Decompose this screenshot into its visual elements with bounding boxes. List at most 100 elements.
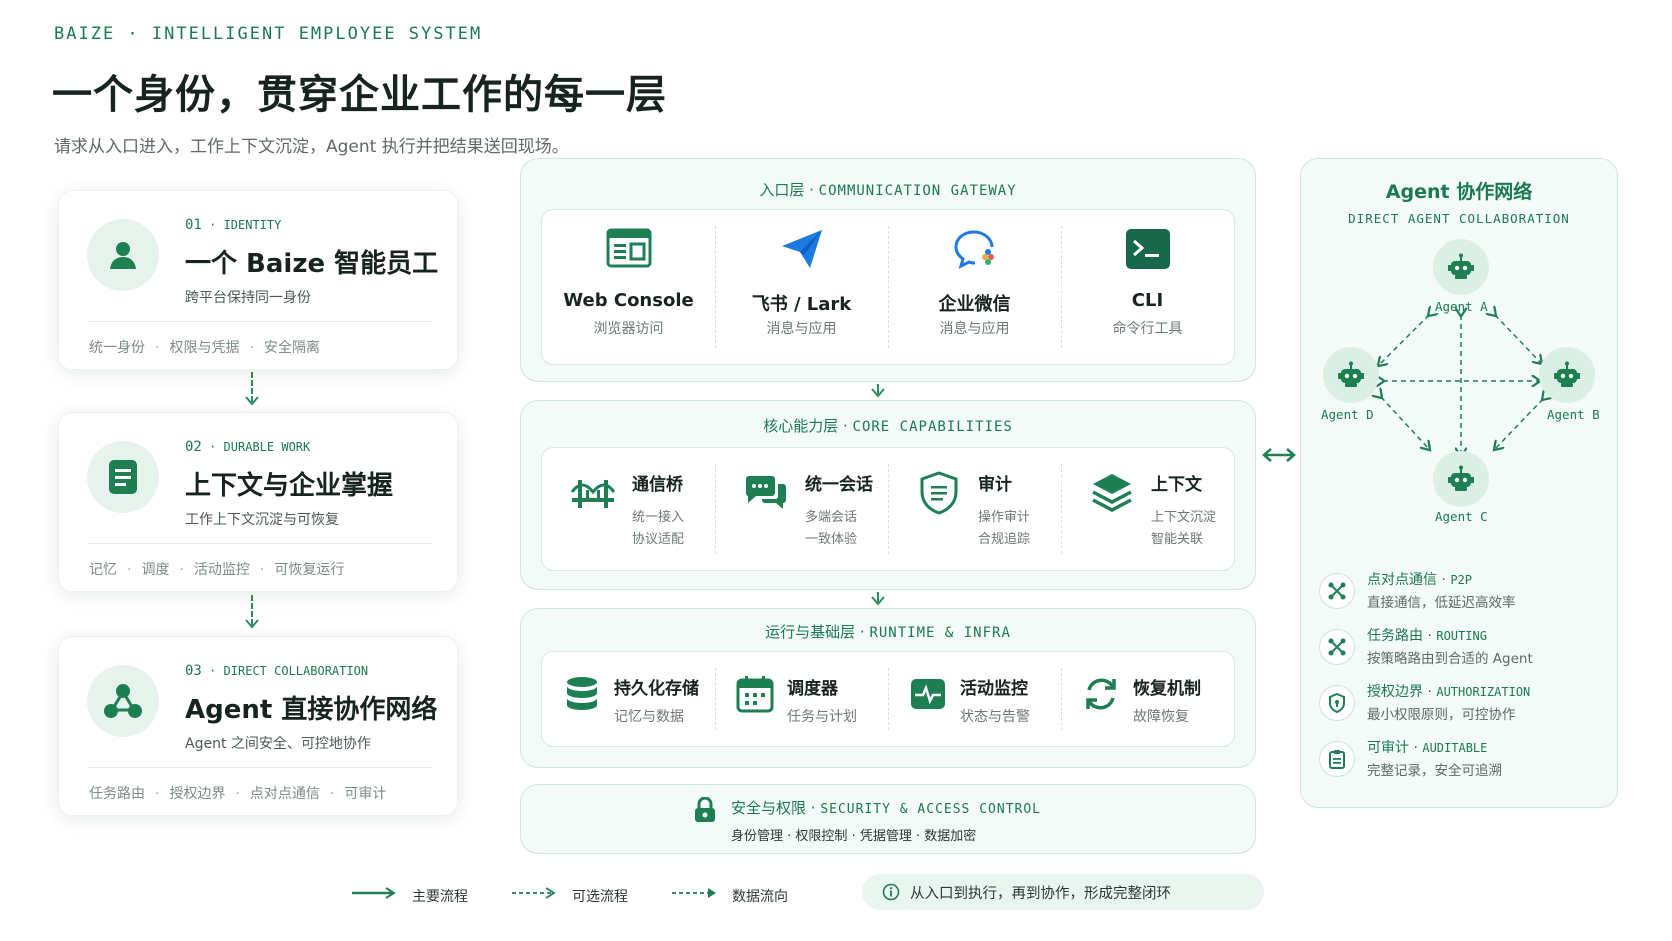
- robot-icon: [1448, 465, 1474, 491]
- gateway-label: 企业微信: [938, 294, 1011, 315]
- runtime-item-scheduler[interactable]: 调度器 任务与计划: [715, 652, 888, 746]
- chat-bubble-icon: [888, 228, 1061, 272]
- core-item-audit[interactable]: 审计 操作审计 合规追踪: [888, 448, 1061, 570]
- pillar-tag: 03 · DIRECT COLLABORATION: [185, 663, 369, 679]
- runtime-label: 活动监控: [960, 679, 1028, 699]
- agent-network-panel: Agent 协作网络 DIRECT AGENT COLLABORATION Ag…: [1300, 158, 1618, 808]
- person-icon: [87, 219, 159, 291]
- core-line: 一致体验: [805, 532, 858, 547]
- gateway-item-web-console[interactable]: Web Console 浏览器访问: [542, 210, 715, 364]
- pillar-desc: 工作上下文沉淀与可恢复: [185, 512, 339, 528]
- layer-inner: 持久化存储 记忆与数据 调度器 任务与计划 活动监控 状态与告警 恢复机制 故障…: [541, 651, 1235, 747]
- legend-optional-label: 可选流程: [572, 889, 628, 905]
- core-line: 协议适配: [632, 532, 685, 547]
- divider: [87, 321, 433, 322]
- agent-node-d[interactable]: [1323, 347, 1379, 403]
- security-items: 身份管理 · 权限控制 · 凭据管理 · 数据加密: [731, 829, 977, 844]
- pulse-icon: [911, 679, 945, 709]
- connector-arrowhead: [871, 388, 885, 398]
- core-item-session[interactable]: 统一会话 多端会话 一致体验: [715, 448, 888, 570]
- runtime-sub: 状态与告警: [960, 709, 1030, 725]
- legend-data-label: 数据流向: [732, 889, 788, 905]
- network-icon: [87, 665, 159, 737]
- core-label: 通信桥: [632, 475, 683, 495]
- gateway-label: 飞书 / Lark: [751, 294, 852, 315]
- info-icon: [882, 883, 900, 901]
- page-subtitle: 请求从入口进入，工作上下文沉淀，Agent 执行并把结果送回现场。: [54, 137, 569, 157]
- gateway-label: CLI: [1131, 290, 1164, 311]
- runtime-sub: 故障恢复: [1133, 709, 1189, 725]
- nodes-icon: [1319, 573, 1355, 609]
- runtime-item-storage[interactable]: 持久化存储 记忆与数据: [542, 652, 715, 746]
- pillar-tag: 02 · DURABLE WORK: [185, 439, 311, 455]
- page-title: 一个身份，贯穿企业工作的每一层: [52, 72, 667, 118]
- legend-solid-arrow: [352, 887, 396, 899]
- legend-main-label: 主要流程: [412, 889, 468, 905]
- pillar-card-collaboration: 03 · DIRECT COLLABORATION Agent 直接协作网络 A…: [58, 636, 458, 816]
- runtime-item-recovery[interactable]: 恢复机制 故障恢复: [1061, 652, 1234, 746]
- core-line: 多端会话: [805, 510, 858, 525]
- feature-auditable: 可审计 · AUDITABLE 完整记录，安全可追溯: [1319, 737, 1609, 787]
- layers-icon: [1092, 474, 1132, 512]
- pillar-card-durable-work: 02 · DURABLE WORK 上下文与企业掌握 工作上下文沉淀与可恢复 记…: [58, 412, 458, 592]
- feature-desc: 直接通信，低延迟高效率: [1367, 595, 1516, 611]
- gateway-item-lark[interactable]: 飞书 / Lark 消息与应用: [715, 210, 888, 364]
- divider: [87, 543, 433, 544]
- layer-inner: 通信桥 统一接入 协议适配 统一会话 多端会话 一致体验 审计 操作审计 合规追…: [541, 447, 1235, 571]
- pillar-card-identity: 01 · IDENTITY 一个 Baize 智能员工 跨平台保持同一身份 统一…: [58, 190, 458, 370]
- runtime-sub: 记忆与数据: [614, 709, 684, 725]
- gateway-sub: 消息与应用: [766, 321, 837, 337]
- brand-line: BAIZE · INTELLIGENT EMPLOYEE SYSTEM: [54, 24, 483, 44]
- route-icon: [1319, 629, 1355, 665]
- runtime-item-monitor[interactable]: 活动监控 状态与告警: [888, 652, 1061, 746]
- core-label: 统一会话: [805, 475, 873, 495]
- agent-label: Agent A: [1435, 299, 1488, 314]
- core-line: 合规追踪: [978, 532, 1031, 547]
- agent-label: Agent B: [1547, 407, 1600, 422]
- pillar-tag: 01 · IDENTITY: [185, 217, 282, 233]
- document-icon: [87, 441, 159, 513]
- robot-icon: [1338, 361, 1364, 387]
- agent-node-a[interactable]: [1433, 239, 1489, 295]
- layer-runtime: 运行与基础层 · RUNTIME & INFRA 持久化存储 记忆与数据 调度器…: [520, 608, 1256, 768]
- pillar-title: Agent 直接协作网络: [185, 695, 438, 725]
- shield-icon: [920, 471, 958, 515]
- bridge-icon: [570, 480, 616, 508]
- database-icon: [567, 677, 597, 710]
- gateway-item-wecom[interactable]: 企业微信 消息与应用: [888, 210, 1061, 364]
- refresh-icon: [1086, 678, 1116, 710]
- chat-icon: [745, 476, 786, 509]
- feature-title: 可审计 · AUDITABLE: [1367, 740, 1488, 756]
- gateway-sub: 浏览器访问: [593, 321, 664, 337]
- runtime-label: 调度器: [787, 679, 838, 699]
- layer-security: 安全与权限 · SECURITY & ACCESS CONTROL 身份管理 ·…: [520, 784, 1256, 854]
- gateway-item-cli[interactable]: CLI 命令行工具: [1061, 210, 1234, 364]
- pillar-desc: 跨平台保持同一身份: [185, 290, 311, 306]
- core-line: 统一接入: [632, 510, 685, 525]
- core-item-bridge[interactable]: 通信桥 统一接入 协议适配: [542, 448, 715, 570]
- pillar-desc: Agent 之间安全、可控地协作: [185, 736, 371, 752]
- feature-desc: 按策略路由到合适的 Agent: [1367, 651, 1533, 667]
- agent-node-c[interactable]: [1433, 451, 1489, 507]
- agent-label: Agent D: [1321, 407, 1374, 422]
- layer-core: 核心能力层 · CORE CAPABILITIES 通信桥 统一接入 协议适配 …: [520, 400, 1256, 590]
- feature-routing: 任务路由 · ROUTING 按策略路由到合适的 Agent: [1319, 625, 1609, 675]
- layer-gateway: 入口层 · COMMUNICATION GATEWAY Web Console …: [520, 158, 1256, 382]
- layer-title: 核心能力层 · CORE CAPABILITIES: [763, 417, 1013, 435]
- pillar-tags: 任务路由 · 授权边界 · 点对点通信 · 可审计: [89, 786, 387, 802]
- feature-desc: 最小权限原则，可控协作: [1367, 707, 1516, 723]
- robot-icon: [1554, 361, 1580, 387]
- legend-dashed-arrow: [512, 887, 556, 899]
- core-label: 上下文: [1151, 475, 1202, 495]
- core-label: 审计: [978, 475, 1012, 495]
- connector-arrowhead: [245, 619, 259, 629]
- agent-node-b[interactable]: [1539, 347, 1595, 403]
- layer-title: 运行与基础层 · RUNTIME & INFRA: [765, 623, 1011, 641]
- legend-data-arrow: [672, 888, 716, 898]
- security-title: 安全与权限 · SECURITY & ACCESS CONTROL: [731, 799, 1041, 817]
- runtime-sub: 任务与计划: [787, 709, 857, 725]
- feature-title: 授权边界 · AUTHORIZATION: [1367, 684, 1531, 700]
- gateway-sub: 消息与应用: [939, 321, 1010, 337]
- core-item-context[interactable]: 上下文 上下文沉淀 智能关联: [1061, 448, 1234, 570]
- feature-authorization: 授权边界 · AUTHORIZATION 最小权限原则，可控协作: [1319, 681, 1609, 731]
